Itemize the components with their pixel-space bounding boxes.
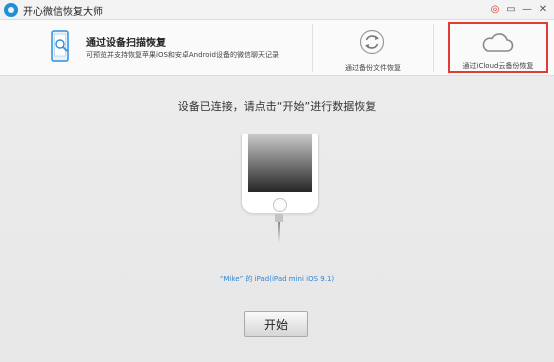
ipad-device-icon bbox=[241, 134, 319, 214]
cloud-icon bbox=[482, 33, 514, 52]
close-icon[interactable]: ✕ bbox=[536, 3, 550, 17]
tab-icloud-backup-label: 通过iCloud云备份恢复 bbox=[462, 62, 534, 70]
connection-instruction: 设备已连接，请点击“开始”进行数据恢复 bbox=[177, 100, 377, 113]
start-button[interactable]: 开始 bbox=[244, 311, 308, 337]
app-logo-icon bbox=[4, 3, 18, 17]
tab-backup-file-label: 通过备份文件恢复 bbox=[345, 64, 401, 72]
tab-device-scan-description: 可预览并支持恢复苹果iOS和安卓Android设备的微信聊天记录 bbox=[86, 51, 279, 59]
device-screen bbox=[248, 134, 312, 192]
usb-cable bbox=[278, 222, 280, 242]
device-home-button bbox=[273, 198, 287, 212]
tab-device-scan-title: 通过设备扫描恢复 bbox=[86, 38, 166, 49]
app-title: 开心微信恢复大师 bbox=[23, 7, 103, 18]
refresh-icon bbox=[359, 29, 385, 55]
title-bar: 开心微信恢复大师 ◎ ▭ — ✕ bbox=[0, 0, 554, 20]
tab-divider bbox=[433, 24, 434, 72]
device-info: “Mike” 的 iPad(iPad mini iOS 9.1) bbox=[219, 275, 335, 283]
tab-device-scan[interactable]: 通过设备扫描恢复 可预览并支持恢复苹果iOS和安卓Android设备的微信聊天记… bbox=[0, 20, 312, 76]
minimize-icon[interactable]: — bbox=[520, 3, 534, 17]
tab-backup-file[interactable]: 通过备份文件恢复 bbox=[313, 20, 433, 76]
main-panel: 设备已连接，请点击“开始”进行数据恢复 “Mike” 的 iPad(iPad m… bbox=[0, 77, 554, 362]
tab-icloud-backup[interactable]: 通过iCloud云备份恢复 bbox=[448, 22, 548, 73]
mode-tabs: 通过设备扫描恢复 可预览并支持恢复苹果iOS和安卓Android设备的微信聊天记… bbox=[0, 20, 554, 76]
phone-magnifier-icon bbox=[51, 30, 69, 62]
menu-icon[interactable]: ▭ bbox=[504, 3, 518, 17]
weibo-icon[interactable]: ◎ bbox=[488, 3, 502, 17]
cable-connector bbox=[275, 214, 283, 222]
